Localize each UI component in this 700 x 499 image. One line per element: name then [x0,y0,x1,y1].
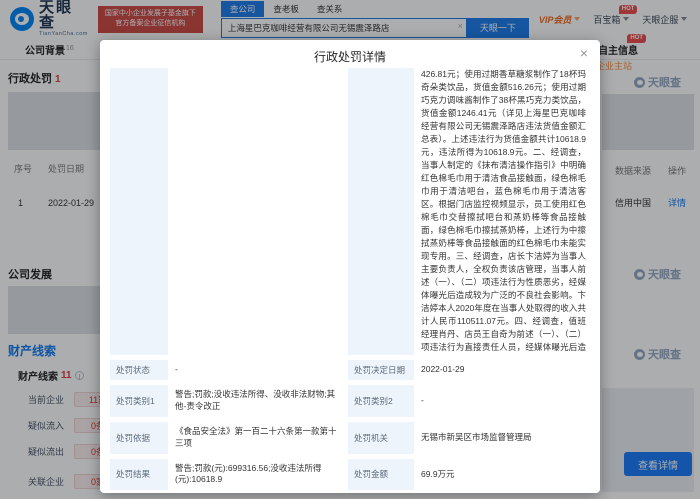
label-penalty-status: 处罚状态 [110,360,168,380]
penalty-detail-table: 426.81元；使用过期香草糖浆制作了18杯玛奇朵类饮品，货值金额516.26元… [100,66,600,493]
close-icon[interactable]: × [580,46,588,60]
label-decision-date: 处罚决定日期 [348,360,414,380]
modal-title: 行政处罚详情 [313,50,386,64]
label-penalty-amount: 处罚金额 [348,458,414,491]
value-cell-empty [173,68,343,355]
value-penalty-status: - [175,364,178,375]
label-penalty-result: 处罚结果 [110,458,168,491]
label-penalty-basis: 处罚依据 [110,421,168,454]
label-cell-empty [348,68,414,355]
value-penalty-type1: 警告;罚款;没收违法所得、没收非法财物;其他-责令改正 [175,389,336,411]
value-penalty-authority: 无锡市新吴区市场监督管理局 [421,431,532,442]
label-cell-empty [110,68,168,355]
value-penalty-type2: - [421,394,424,405]
value-decision-date: 2022-01-29 [421,364,465,375]
value-penalty-basis: 《食品安全法》第一百二十六条第一款第十三项 [175,425,337,448]
label-penalty-authority: 处罚机关 [348,421,414,454]
penalty-detail-modal: 行政处罚详情 × 426.81元；使用过期香草糖浆制作了18杯玛奇朵类饮品，货值… [100,40,600,493]
value-penalty-result: 警告;罚款(元):699316.56;没收违法所得(元):10618.9 [175,462,322,485]
label-penalty-type2: 处罚类别2 [348,385,414,417]
value-penalty-amount: 69.9万元 [421,468,455,479]
penalty-reason-text: 426.81元；使用过期香草糖浆制作了18杯玛奇朵类饮品，货值金额516.26元… [421,69,586,352]
label-penalty-type1: 处罚类别1 [110,385,168,417]
